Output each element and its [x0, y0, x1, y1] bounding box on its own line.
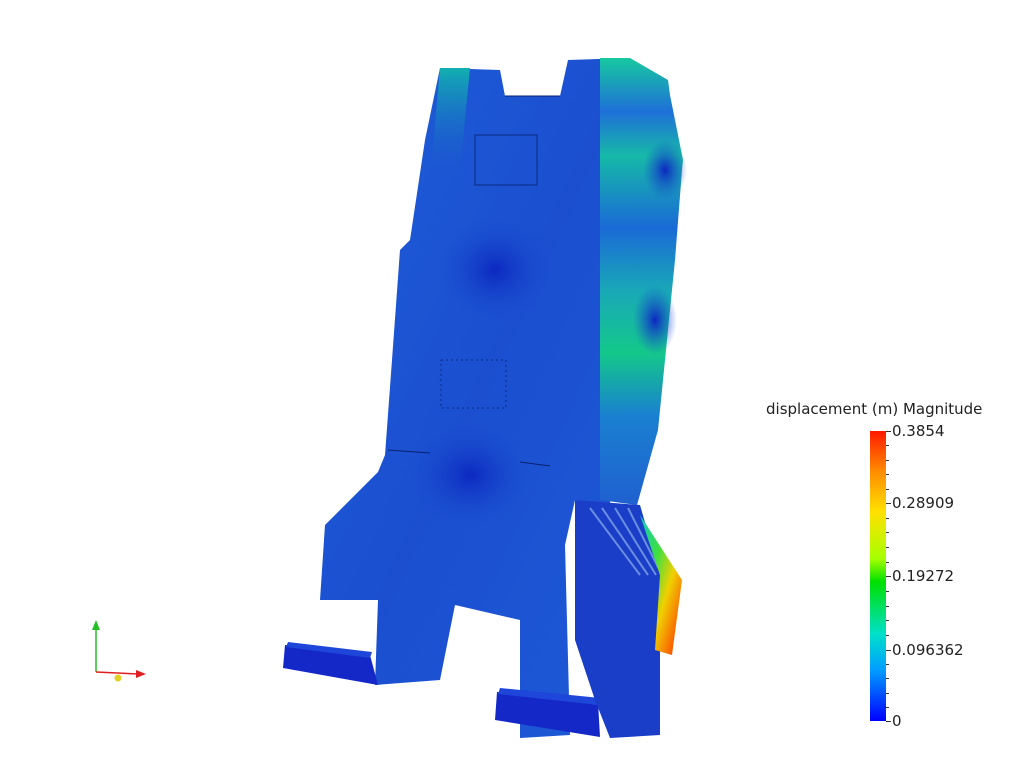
colorbar-minor-tick — [886, 532, 889, 533]
colorbar-minor-tick — [886, 518, 889, 519]
colorbar-tick-label: 0.19272 — [892, 567, 955, 585]
colorbar-minor-tick — [886, 474, 889, 475]
low-displacement-zone — [633, 285, 677, 355]
colorbar-minor-tick — [886, 606, 889, 607]
colorbar-minor-tick — [886, 635, 889, 636]
colorbar-minor-tick — [886, 460, 889, 461]
colorbar-minor-tick — [886, 547, 889, 548]
low-displacement-zone — [643, 140, 687, 200]
colorbar-tick-label: 0.3854 — [892, 422, 945, 440]
displacement-model — [283, 58, 687, 738]
colorbar-tick-label: 0.096362 — [892, 641, 964, 659]
colorbar-tick-label: 0.28909 — [892, 494, 955, 512]
colorbar-minor-tick — [886, 693, 889, 694]
colorbar-minor-tick — [886, 664, 889, 665]
low-displacement-zone — [405, 420, 535, 530]
colorbar-minor-tick — [886, 445, 889, 446]
low-displacement-zone — [435, 215, 555, 325]
colorbar-title: displacement (m) Magnitude — [766, 400, 983, 418]
colorbar-tick-label: 0 — [892, 712, 902, 730]
colorbar-gradient — [870, 431, 886, 721]
colorbar-minor-tick — [886, 707, 889, 708]
colorbar-minor-tick — [886, 562, 889, 563]
xyz-axes-icon — [92, 620, 146, 682]
colorbar-legend: displacement (m) Magnitude 0.3854 0.2890… — [760, 398, 1010, 738]
model-side-face — [600, 58, 683, 505]
colorbar-minor-tick — [886, 489, 889, 490]
colorbar-minor-tick — [886, 678, 889, 679]
colorbar-minor-tick — [886, 591, 889, 592]
colorbar-minor-tick — [886, 620, 889, 621]
